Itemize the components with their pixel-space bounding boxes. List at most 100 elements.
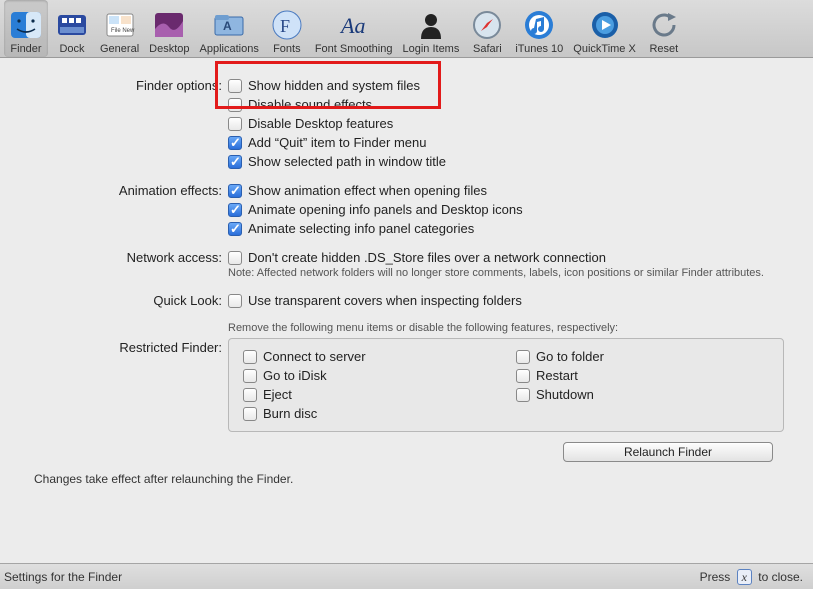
finder-opt-checkbox-1[interactable] <box>228 98 242 112</box>
restricted-left-label-3: Burn disc <box>263 406 317 421</box>
tb-label: Safari <box>473 43 502 55</box>
net-opt-item-0[interactable]: Don't create hidden .DS_Store files over… <box>228 250 797 265</box>
net-opt-checkbox-0[interactable] <box>228 251 242 265</box>
tb-finder[interactable]: Finder <box>4 0 48 57</box>
tb-dock[interactable]: Dock <box>50 0 94 57</box>
restricted-left-checkbox-2[interactable] <box>243 388 257 402</box>
ql-opt-checkbox-0[interactable] <box>228 294 242 308</box>
label-network: Network access: <box>16 250 228 265</box>
tb-quicktimex[interactable]: QuickTime X <box>569 0 640 57</box>
tb-itunes10[interactable]: iTunes 10 <box>511 0 567 57</box>
anim-opt-label-0: Show animation effect when opening files <box>248 183 487 198</box>
safari-icon <box>470 8 504 42</box>
tb-general[interactable]: File New General <box>96 0 143 57</box>
restricted-right-checkbox-1[interactable] <box>516 369 530 383</box>
label-restricted: Restricted Finder: <box>16 322 228 355</box>
restricted-left-item-1[interactable]: Go to iDisk <box>243 368 496 383</box>
toolbar: Finder Dock File New General Desktop A A… <box>0 0 813 58</box>
restricted-left-label-0: Connect to server <box>263 349 366 364</box>
finder-opt-item-1[interactable]: Disable sound effects <box>228 97 797 112</box>
reset-icon <box>647 8 681 42</box>
restricted-right-checkbox-2[interactable] <box>516 388 530 402</box>
restricted-groupbox: Connect to server Go to iDisk Eject Burn di… <box>228 338 784 432</box>
anim-opt-label-2: Animate selecting info panel categories <box>248 221 474 236</box>
restricted-left-checkbox-0[interactable] <box>243 350 257 364</box>
row-animation: Animation effects: Show animation effect… <box>16 183 797 236</box>
tb-safari[interactable]: Safari <box>465 0 509 57</box>
restricted-left-item-2[interactable]: Eject <box>243 387 496 402</box>
row-quicklook: Quick Look: Use transparent covers when … <box>16 293 797 308</box>
footer-left: Settings for the Finder <box>4 570 122 584</box>
svg-text:Aa: Aa <box>339 13 365 38</box>
tb-label: General <box>100 43 139 55</box>
tb-desktop[interactable]: Desktop <box>145 0 193 57</box>
tb-applications[interactable]: A Applications <box>196 0 263 57</box>
restricted-right-item-0[interactable]: Go to folder <box>516 349 769 364</box>
restricted-left-checkbox-3[interactable] <box>243 407 257 421</box>
tb-label: Dock <box>59 43 84 55</box>
svg-text:F: F <box>280 16 290 36</box>
restricted-right-item-2[interactable]: Shutdown <box>516 387 769 402</box>
finder-opt-label-1: Disable sound effects <box>248 97 372 112</box>
restricted-right-label-0: Go to folder <box>536 349 604 364</box>
finder-opt-checkbox-0[interactable] <box>228 79 242 93</box>
tb-label: Login Items <box>402 43 459 55</box>
finder-opt-item-0[interactable]: Show hidden and system files <box>228 78 797 93</box>
ql-opt-item-0[interactable]: Use transparent covers when inspecting f… <box>228 293 797 308</box>
finder-opt-item-3[interactable]: Add “Quit” item to Finder menu <box>228 135 797 150</box>
finder-opt-label-3: Add “Quit” item to Finder menu <box>248 135 426 150</box>
finder-opt-label-2: Disable Desktop features <box>248 116 393 131</box>
restricted-left-label-2: Eject <box>263 387 292 402</box>
restricted-left-item-3[interactable]: Burn disc <box>243 406 496 421</box>
tb-reset[interactable]: Reset <box>642 0 686 57</box>
ql-opt-label-0: Use transparent covers when inspecting f… <box>248 293 522 308</box>
footer-right: Press x to close. <box>700 569 803 585</box>
anim-opt-checkbox-0[interactable] <box>228 184 242 198</box>
anim-opt-item-0[interactable]: Show animation effect when opening files <box>228 183 797 198</box>
anim-opt-item-2[interactable]: Animate selecting info panel categories <box>228 221 797 236</box>
restricted-left-item-0[interactable]: Connect to server <box>243 349 496 364</box>
restricted-right-checkbox-0[interactable] <box>516 350 530 364</box>
finder-opt-checkbox-2[interactable] <box>228 117 242 131</box>
tb-label: QuickTime X <box>573 43 636 55</box>
svg-text:File New: File New <box>111 28 135 34</box>
tb-label: Finder <box>10 43 41 55</box>
relaunch-finder-button[interactable]: Relaunch Finder <box>563 442 773 462</box>
itunes-icon <box>522 8 556 42</box>
network-note: Note: Affected network folders will no l… <box>228 267 768 279</box>
finder-icon <box>9 8 43 42</box>
tb-label: Applications <box>200 43 259 55</box>
restricted-right-item-1[interactable]: Restart <box>516 368 769 383</box>
tb-label: Desktop <box>149 43 189 55</box>
footer: Settings for the Finder Press x to close… <box>0 563 813 589</box>
finder-opt-item-4[interactable]: Show selected path in window title <box>228 154 797 169</box>
font-smoothing-icon: Aa <box>337 8 371 42</box>
finder-opt-label-0: Show hidden and system files <box>248 78 420 93</box>
anim-opt-label-1: Animate opening info panels and Desktop … <box>248 202 523 217</box>
restricted-left-checkbox-1[interactable] <box>243 369 257 383</box>
desktop-icon <box>152 8 186 42</box>
tb-login-items[interactable]: Login Items <box>398 0 463 57</box>
row-finder-options: Finder options: Show hidden and system f… <box>16 78 797 169</box>
tb-label: iTunes 10 <box>515 43 563 55</box>
dock-icon <box>55 8 89 42</box>
login-items-icon <box>414 8 448 42</box>
net-opt-label-0: Don't create hidden .DS_Store files over… <box>248 250 606 265</box>
row-restricted: Restricted Finder: Remove the following … <box>16 322 797 432</box>
quicktime-icon <box>588 8 622 42</box>
tb-fonts[interactable]: F Fonts <box>265 0 309 57</box>
anim-opt-item-1[interactable]: Animate opening info panels and Desktop … <box>228 202 797 217</box>
tb-label: Fonts <box>273 43 301 55</box>
restricted-subhead: Remove the following menu items or disab… <box>228 322 797 334</box>
svg-text:A: A <box>223 19 232 33</box>
restricted-right-label-2: Shutdown <box>536 387 594 402</box>
anim-opt-checkbox-1[interactable] <box>228 203 242 217</box>
finder-opt-label-4: Show selected path in window title <box>248 154 446 169</box>
tb-font-smoothing[interactable]: Aa Font Smoothing <box>311 0 397 57</box>
finder-opt-checkbox-3[interactable] <box>228 136 242 150</box>
finder-opt-item-2[interactable]: Disable Desktop features <box>228 116 797 131</box>
finder-opt-checkbox-4[interactable] <box>228 155 242 169</box>
close-key[interactable]: x <box>737 569 752 585</box>
label-animation: Animation effects: <box>16 183 228 198</box>
anim-opt-checkbox-2[interactable] <box>228 222 242 236</box>
